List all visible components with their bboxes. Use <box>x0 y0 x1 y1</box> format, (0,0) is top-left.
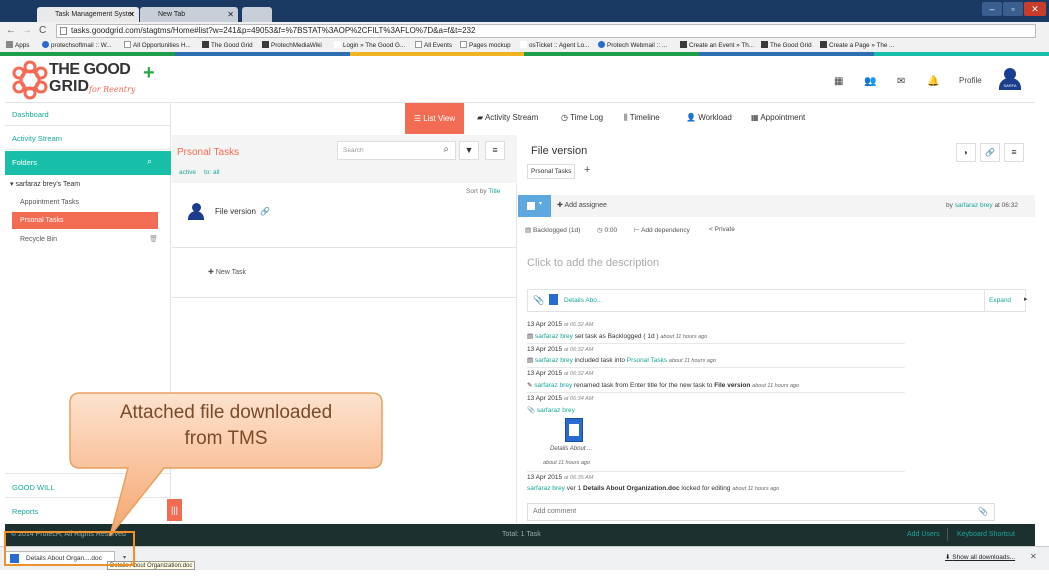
highlight-box <box>4 531 135 566</box>
callout-bubble <box>4 392 383 566</box>
callout-text: Attached file downloaded from TMS <box>119 402 333 449</box>
